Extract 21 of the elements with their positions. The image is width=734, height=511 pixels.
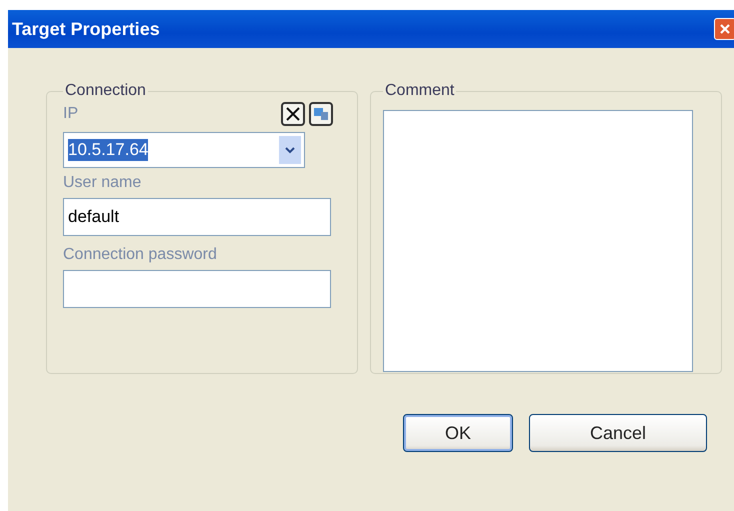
ip-value: 10.5.17.64: [68, 139, 148, 161]
dialog-button[interactable]: Cancel: [529, 414, 707, 452]
ip-combo-box[interactable]: 10.5.17.64: [63, 132, 305, 168]
group-title: Connection: [64, 82, 147, 100]
field-label: User name: [63, 174, 142, 192]
dropdown-button[interactable]: [279, 136, 301, 164]
user-name-field[interactable]: default: [63, 198, 331, 236]
computer-icon: [313, 106, 329, 122]
dialog-button[interactable]: OK: [403, 414, 513, 452]
field-label: IP: [63, 105, 78, 123]
x-icon: [285, 106, 301, 122]
chevron-down-icon: [285, 146, 295, 154]
comment-field[interactable]: [383, 110, 693, 372]
group-title: Comment: [384, 82, 456, 100]
password-field[interactable]: [63, 270, 331, 308]
close-icon: [718, 22, 732, 36]
field-label: Connection password: [63, 246, 218, 264]
network-button[interactable]: [309, 102, 333, 126]
close-button[interactable]: [714, 18, 734, 40]
window-title: Target Properties: [12, 18, 160, 40]
clear-button[interactable]: [281, 102, 305, 126]
